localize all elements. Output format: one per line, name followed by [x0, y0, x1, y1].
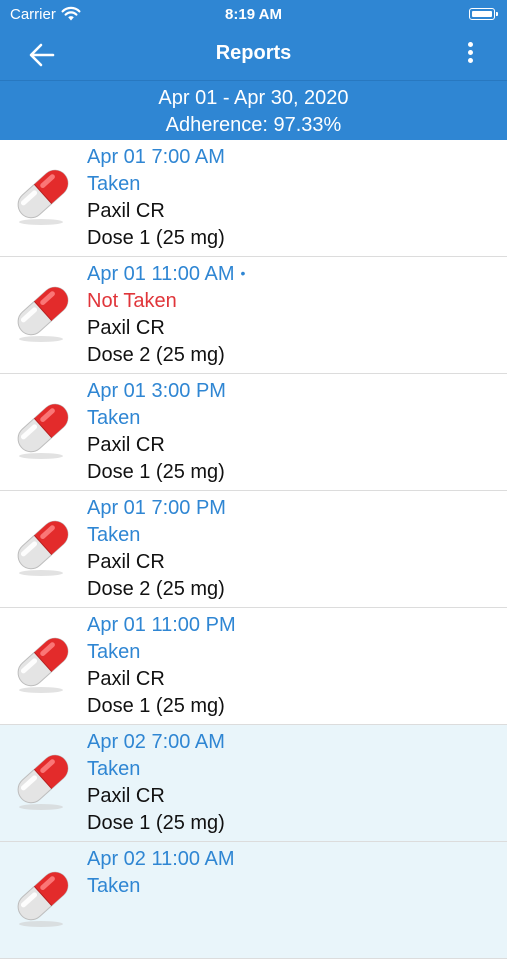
capsule-icon [17, 520, 69, 576]
capsule-icon [17, 637, 69, 693]
dot-indicator: • [240, 265, 246, 281]
dose-status: Taken [87, 758, 141, 780]
drug-name: Paxil CR [87, 551, 165, 573]
drug-name: Paxil CR [87, 200, 165, 222]
dose-datetime: Apr 01 3:00 PM [87, 380, 226, 402]
list-item[interactable]: Apr 01 7:00 AM Taken Paxil CR Dose 1 (25 mg… [0, 140, 507, 257]
report-list: Apr 01 7:00 AM Taken Paxil CR Dose 1 (25 mg… [0, 140, 507, 959]
dose-status: Taken [87, 875, 141, 897]
dose-status: Taken [87, 173, 141, 195]
capsule-icon [17, 403, 69, 459]
dose-datetime: Apr 01 7:00 PM [87, 497, 226, 519]
dose-status: Taken [87, 641, 141, 663]
list-item[interactable]: Apr 01 7:00 PM Taken Paxil CR Dose 2 (25 mg… [0, 491, 507, 608]
list-item[interactable]: Apr 01 11:00 AM • Not Taken Paxil CR Dose 2 … [0, 257, 507, 374]
dose-status: Taken [87, 407, 141, 429]
dose-status: Not Taken [87, 290, 177, 312]
navigation-bar: Reports [0, 30, 507, 81]
dose-datetime: Apr 02 7:00 AM [87, 731, 225, 753]
more-vertical-icon[interactable] [465, 40, 475, 70]
drug-name: Paxil CR [87, 317, 165, 339]
date-range: Apr 01 - Apr 30, 2020 [158, 87, 349, 109]
list-item[interactable]: Apr 01 3:00 PM Taken Paxil CR Dose 1 (25 mg… [0, 374, 507, 491]
drug-name: Paxil CR [87, 668, 165, 690]
drug-name: Paxil CR [87, 434, 165, 456]
report-summary: Apr 01 - Apr 30, 2020 Adherence: 97.33% [0, 81, 507, 140]
capsule-icon [17, 286, 69, 342]
list-item[interactable]: Apr 02 7:00 AM Taken Paxil CR Dose 1 (25 mg… [0, 725, 507, 842]
dose-label: Dose 1 (25 mg) [87, 461, 225, 483]
dose-label: Dose 1 (25 mg) [87, 695, 225, 717]
dose-datetime: Apr 01 7:00 AM [87, 146, 225, 168]
adherence-value: Adherence: 97.33% [165, 114, 342, 136]
dose-datetime: Apr 01 11:00 AM • [87, 263, 246, 285]
drug-name: Paxil CR [87, 785, 165, 807]
dose-label: Dose 2 (25 mg) [87, 344, 225, 366]
dose-datetime: Apr 01 11:00 PM [87, 614, 236, 636]
capsule-icon [17, 169, 69, 225]
clock: 8:19 AM [225, 6, 282, 23]
list-item[interactable]: Apr 01 11:00 PM Taken Paxil CR Dose 1 (25 m… [0, 608, 507, 725]
page-title: Reports [215, 42, 292, 64]
dose-status: Taken [87, 524, 141, 546]
dose-label: Dose 1 (25 mg) [87, 812, 225, 834]
capsule-icon [17, 754, 69, 810]
status-bar: Carrier 8:19 AM [0, 0, 507, 30]
dose-datetime: Apr 02 11:00 AM [87, 848, 235, 870]
dose-label: Dose 2 (25 mg) [87, 578, 225, 600]
capsule-icon [17, 871, 69, 927]
battery-icon [469, 8, 498, 20]
dose-label: Dose 1 (25 mg) [87, 227, 225, 249]
list-item[interactable]: Apr 02 11:00 AM Taken [0, 842, 507, 959]
